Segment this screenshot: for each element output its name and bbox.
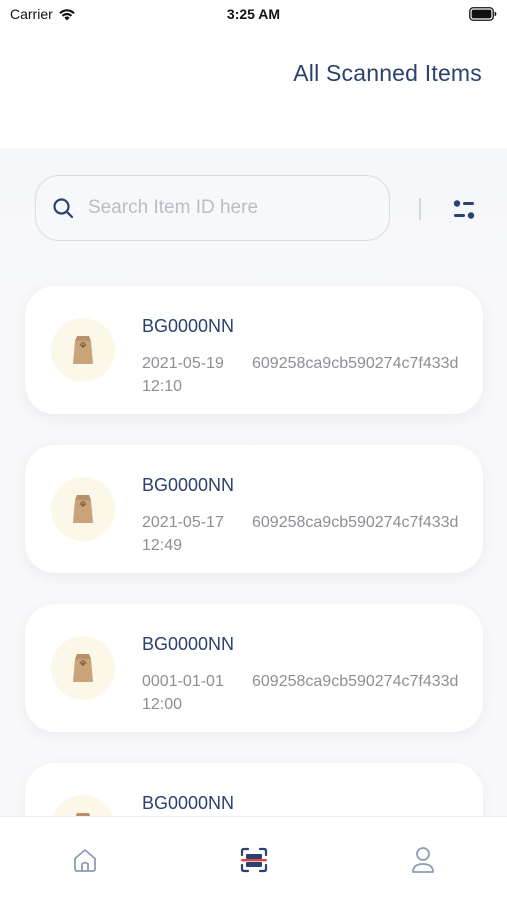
item-date: 0001-01-01 12:00 (142, 673, 224, 713)
item-thumbnail (51, 477, 115, 541)
battery-icon (469, 7, 497, 24)
scanned-items-panel: BG0000NN 2021-05-19 12:10 609258ca9cb590… (0, 148, 507, 816)
status-bar: Carrier 3:25 AM (0, 0, 507, 28)
scan-icon (240, 847, 268, 873)
scanned-item-card[interactable]: BG0000NN 2021-05-19 12:10 609258ca9cb590… (25, 286, 483, 414)
page-title: All Scanned Items (293, 60, 482, 86)
filter-icon (453, 200, 475, 219)
tab-scan[interactable] (237, 843, 271, 877)
filter-button[interactable] (447, 195, 481, 225)
home-icon (74, 849, 96, 872)
scanned-item-card[interactable]: BG0000NN 0001-01-01 12:00 609258ca9cb590… (25, 604, 483, 732)
search-box[interactable] (35, 175, 390, 241)
search-icon (53, 198, 74, 219)
search-divider (419, 198, 421, 220)
search-input[interactable] (88, 197, 368, 219)
item-thumbnail (51, 636, 115, 700)
profile-icon (412, 847, 434, 873)
item-id: BG0000NN (142, 316, 235, 336)
paper-bag-icon (73, 495, 93, 523)
paper-bag-icon (73, 654, 93, 682)
status-time: 3:25 AM (226, 6, 281, 22)
item-id: BG0000NN (142, 793, 235, 813)
item-hash: 609258ca9cb590274c7f433d (252, 514, 459, 531)
item-hash: 609258ca9cb590274c7f433d (252, 355, 459, 372)
item-hash: 609258ca9cb590274c7f433d (252, 673, 459, 690)
tab-bar (0, 816, 507, 900)
item-date: 2021-05-17 12:49 (142, 514, 224, 554)
tab-home[interactable] (68, 843, 102, 877)
tab-profile[interactable] (406, 843, 440, 877)
scanned-item-card[interactable]: BG0000NN 2021-05-17 12:49 609258ca9cb590… (25, 445, 483, 573)
paper-bag-icon (73, 336, 93, 364)
item-id: BG0000NN (142, 634, 235, 654)
scanned-item-card[interactable]: BG0000NN (25, 763, 483, 816)
item-thumbnail (51, 795, 115, 816)
item-id: BG0000NN (142, 475, 235, 495)
item-thumbnail (51, 318, 115, 382)
item-date: 2021-05-19 12:10 (142, 355, 224, 395)
